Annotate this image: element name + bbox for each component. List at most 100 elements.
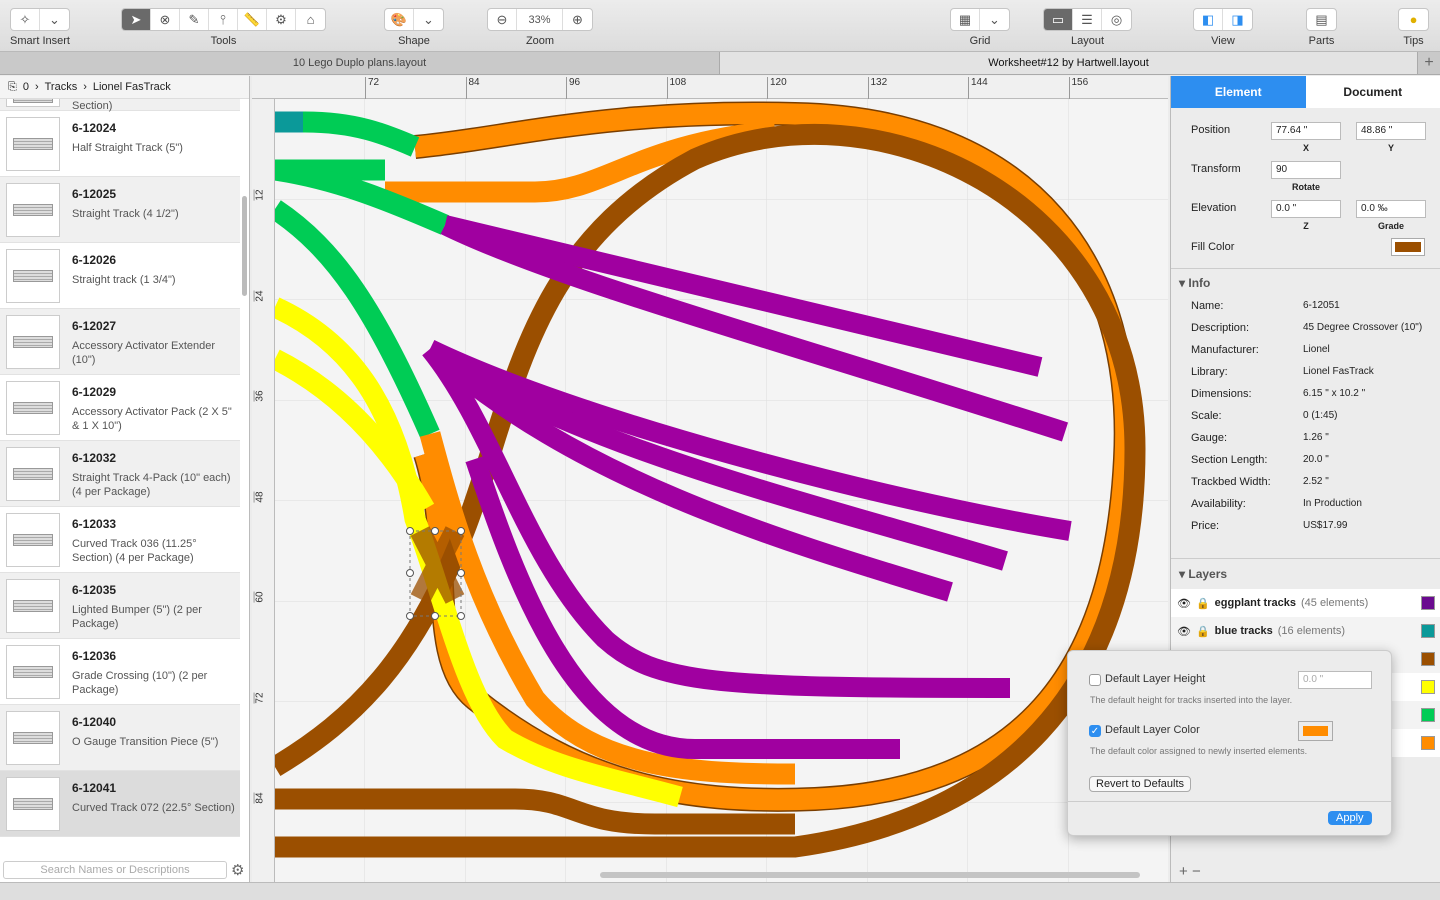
library-item[interactable]: 6-12026 Straight track (1 3/4") [0,243,240,309]
new-tab-button[interactable]: + [1418,52,1440,74]
default-color-checkbox[interactable]: ✓ [1089,725,1101,737]
layer-count: (45 elements) [1300,597,1369,609]
default-height-checkbox[interactable] [1089,674,1101,686]
ruler-top: 72 84 96 108 120 132 144 156 [252,76,1168,99]
track-thumbnail [6,99,60,107]
lock-icon[interactable]: 🔒 [1196,625,1210,638]
pointer-icon[interactable]: ➤ [122,9,151,30]
zoom-out-icon[interactable]: ⊖ [488,9,517,30]
fill-color-label: Fill Color [1191,241,1235,253]
saw-icon[interactable]: ⚙ [267,9,296,30]
library-item[interactable]: 6-12029 Accessory Activator Pack (2 X 5" … [0,375,240,441]
parts-button[interactable]: ▤ [1306,8,1337,31]
layout-list-icon[interactable]: ☰ [1073,9,1102,30]
library-item[interactable]: 6-12024 Half Straight Track (5") [0,111,240,177]
info-value: 6-12051 [1303,300,1340,311]
chevron-down-icon: ⌄ [423,11,434,27]
transform-label: Transform [1191,163,1241,175]
tab-element[interactable]: Element [1171,76,1306,108]
layer-color-swatch[interactable] [1421,624,1435,638]
ruler-tick: 72 [365,77,379,99]
tab-worksheet[interactable]: Worksheet#12 by Hartwell.layout [720,52,1418,74]
library-item[interactable]: Quarter Curved Track 036 (11.25° Section… [0,99,240,112]
delete-icon[interactable]: ⊗ [151,9,180,30]
eyedropper-icon[interactable]: ⫯ [209,9,238,30]
left-panel-icon[interactable]: ◧ [1194,9,1223,30]
info-row: Dimensions: 6.15 " x 10.2 " [1191,388,1440,410]
layer-row[interactable]: 👁 🔒 blue tracks (16 elements) [1171,617,1440,645]
eye-icon[interactable]: 👁 [1177,625,1191,638]
default-height-field[interactable]: 0.0 " [1298,671,1372,689]
tab-lego-duplo[interactable]: 10 Lego Duplo plans.layout [0,52,720,74]
add-layer-button[interactable]: + [1179,863,1188,880]
layer-row[interactable]: 👁 🔒 eggplant tracks (45 elements) [1171,589,1440,617]
zoom-in-icon[interactable]: ⊕ [563,9,592,30]
z-label: Z [1303,221,1309,231]
layout-2d-icon[interactable]: ▭ [1044,9,1073,30]
layer-color-swatch[interactable] [1421,596,1435,610]
x-field[interactable]: 77.64 " [1271,122,1341,140]
zoom-group: ⊖ 33% ⊕ Zoom [487,8,593,47]
tools-group: ➤ ⊗ ✎ ⫯ 📏 ⚙ ⌂ Tools [121,8,326,47]
tips-button[interactable]: ● [1398,8,1429,31]
info-key: Description: [1191,322,1250,334]
item-description: Grade Crossing (10") (2 per Package) [72,670,208,696]
stamp-icon[interactable]: ⌂ [296,9,325,30]
search-input[interactable]: Search Names or Descriptions [3,861,227,879]
layer-color-swatch[interactable] [1421,652,1435,666]
layout-3d-icon[interactable]: ◎ [1102,9,1131,30]
gear-icon[interactable]: ⚙ [231,861,244,879]
layers-header[interactable]: ▾ Layers [1179,567,1227,581]
layer-color-swatch[interactable] [1421,736,1435,750]
grid-button[interactable]: ▦ ⌄ [950,8,1010,31]
layer-name: eggplant tracks [1214,597,1296,609]
library-item[interactable]: 6-12035 Lighted Bumper (5") (2 per Packag… [0,573,240,639]
shape-button[interactable]: 🎨 ⌄ [384,8,444,31]
library-item[interactable]: 6-12032 Straight Track 4-Pack (10" each) … [0,441,240,507]
magic-wand-icon: ✧ [11,9,40,30]
info-key: Library: [1191,366,1228,378]
info-key: Name: [1191,300,1224,312]
crumb-lionel[interactable]: Lionel FasTrack [93,81,171,93]
rotate-field[interactable]: 90 [1271,161,1341,179]
smart-insert-button[interactable]: ✧ ⌄ [10,8,70,31]
grade-field[interactable]: 0.0 ‰ [1356,200,1426,218]
grid-label: Grid [969,35,991,47]
brush-icon[interactable]: ✎ [180,9,209,30]
library-item[interactable]: 6-12033 Curved Track 036 (11.25° Section)… [0,507,240,573]
info-value: Lionel [1303,344,1330,355]
tab-document[interactable]: Document [1305,76,1440,108]
z-field[interactable]: 0.0 " [1271,200,1341,218]
fill-color-well[interactable] [1391,238,1425,256]
revert-defaults-button[interactable]: Revert to Defaults [1089,776,1192,792]
library-item[interactable]: 6-12041 Curved Track 072 (22.5° Section) [0,771,240,837]
info-row: Gauge: 1.26 " [1191,432,1440,454]
layer-color-swatch[interactable] [1421,708,1435,722]
position-label: Position [1191,124,1231,136]
eye-icon[interactable]: 👁 [1177,597,1191,610]
crumb-tracks[interactable]: Tracks [45,81,78,93]
info-header[interactable]: ▾ Info [1179,276,1210,290]
canvas-scrollbar[interactable] [600,872,1140,878]
track-canvas[interactable] [275,99,1168,882]
view-group: ◧ ◨ View [1193,8,1253,47]
canvas-area[interactable]: 72 84 96 108 120 132 144 156 12 24 36 48 60 72 84 [252,76,1168,882]
lock-icon[interactable]: 🔒 [1196,597,1210,610]
tips-group: ● Tips [1398,8,1429,47]
item-description: Half Straight Track (5") [72,142,183,154]
remove-layer-button[interactable]: − [1192,863,1201,880]
y-field[interactable]: 48.86 " [1356,122,1426,140]
library-item[interactable]: 6-12040 O Gauge Transition Piece (5") [0,705,240,771]
ruler-icon[interactable]: 📏 [238,9,267,30]
library-item[interactable]: 6-12025 Straight Track (4 1/2") [0,177,240,243]
right-panel-icon[interactable]: ◨ [1223,9,1252,30]
library-item[interactable]: 6-12027 Accessory Activator Extender (10"… [0,309,240,375]
info-key: Scale: [1191,410,1222,422]
library-item[interactable]: 6-12036 Grade Crossing (10") (2 per Packa… [0,639,240,705]
ruler-tick: 12 [253,189,266,201]
crumb-root[interactable]: 0 [23,81,29,93]
apply-button[interactable]: Apply [1328,811,1372,825]
list-scrollbar[interactable] [242,196,247,296]
default-color-well[interactable] [1298,721,1333,741]
layer-color-swatch[interactable] [1421,680,1435,694]
